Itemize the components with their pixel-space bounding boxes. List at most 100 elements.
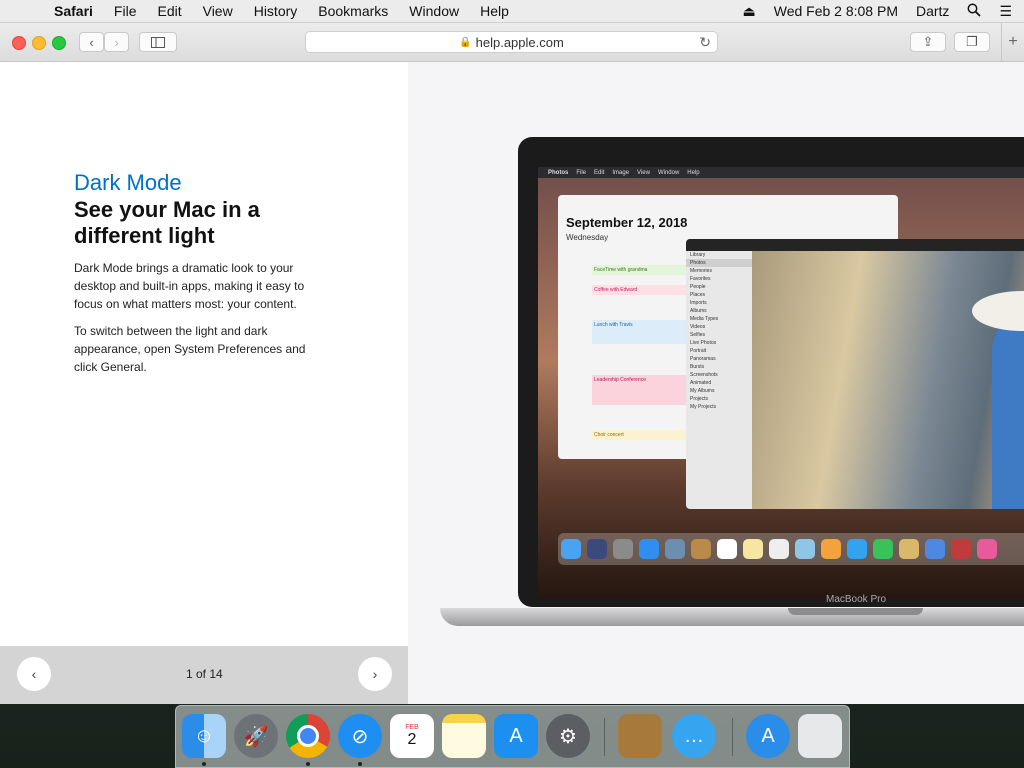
address-url: help.apple.com xyxy=(475,34,564,50)
photos-sidebar: Library Photos Memories Favorites People… xyxy=(686,251,752,509)
article-kicker: Dark Mode xyxy=(74,170,182,195)
sidebar-item: People xyxy=(690,284,706,290)
calendar-event: Choir concert xyxy=(592,430,688,440)
sidebar-section: Projects xyxy=(690,396,709,402)
tabs-icon: ❐ xyxy=(966,34,978,49)
sidebar-item: My Projects xyxy=(690,404,717,410)
menu-file[interactable]: File xyxy=(114,3,137,19)
screen-menu-item: Image xyxy=(612,169,630,176)
slide-pager: ‹ 1 of 14 › xyxy=(0,646,410,704)
safari-toolbar: ‹ › 🔒 help.apple.com ↻ ⇪ ❐ + xyxy=(0,23,1024,62)
messages-icon[interactable]: … xyxy=(672,714,716,758)
sidebar-item: Favorites xyxy=(690,276,711,282)
laptop-screen: Photos File Edit Image View Window Help … xyxy=(538,167,1024,599)
menu-view[interactable]: View xyxy=(203,3,233,19)
minimize-window-button[interactable] xyxy=(32,36,46,50)
calendar-event: FaceTime with grandma xyxy=(592,265,688,275)
archive-icon[interactable] xyxy=(618,714,662,758)
lock-icon: 🔒 xyxy=(459,36,472,48)
laptop-notch xyxy=(788,608,923,615)
calendar-icon-month: FEB xyxy=(405,723,419,731)
sidebar-item: Live Photos xyxy=(690,340,717,346)
forward-button[interactable]: › xyxy=(104,32,129,52)
laptop-base xyxy=(440,608,1024,626)
photo-subject xyxy=(992,311,1024,509)
calendar-event: Leadership Conference xyxy=(592,375,688,405)
sidebar-item: Videos xyxy=(690,324,706,330)
article-panel: Dark Mode See your Mac in a different li… xyxy=(0,62,408,704)
eject-icon[interactable]: ⏏ xyxy=(743,3,756,20)
fullscreen-window-button[interactable] xyxy=(52,36,66,50)
menu-bookmarks[interactable]: Bookmarks xyxy=(318,3,388,19)
web-page: Dark Mode See your Mac in a different li… xyxy=(0,62,1024,704)
clock[interactable]: Wed Feb 2 8:08 PM xyxy=(774,3,898,19)
article-headline: See your Mac in a different light xyxy=(74,197,260,248)
calendar-event: Coffee with Edward xyxy=(592,285,688,295)
menu-edit[interactable]: Edit xyxy=(157,3,181,19)
sidebar-item: Bursts xyxy=(690,364,705,370)
screen-menu-item: Photos xyxy=(548,169,569,176)
safari-icon[interactable]: ⊘ xyxy=(338,714,382,758)
calendar-day: Wednesday xyxy=(566,233,609,242)
dock-separator xyxy=(732,718,733,756)
menu-help[interactable]: Help xyxy=(480,3,509,19)
calendar-icon-day: 2 xyxy=(407,730,417,748)
sidebar-item: Places xyxy=(690,292,706,298)
reload-icon[interactable]: ↻ xyxy=(699,34,711,51)
running-indicator xyxy=(306,762,310,766)
menu-window[interactable]: Window xyxy=(409,3,459,19)
system-preferences-icon[interactable]: ⚙ xyxy=(546,714,590,758)
slide-counter: 1 of 14 xyxy=(186,667,223,681)
next-slide-button[interactable]: › xyxy=(358,657,392,691)
safari-window: ‹ › 🔒 help.apple.com ↻ ⇪ ❐ + Dark Mode S… xyxy=(0,23,1024,704)
sidebar-item: Selfies xyxy=(690,332,706,338)
chevron-right-icon: › xyxy=(114,34,119,50)
sidebar-item: Animated xyxy=(690,380,712,386)
chevron-right-icon: › xyxy=(372,666,378,682)
sidebar-item: Screenshots xyxy=(690,372,718,378)
chrome-icon[interactable] xyxy=(286,714,330,758)
back-button[interactable]: ‹ xyxy=(79,32,104,52)
sidebar-icon xyxy=(151,36,165,48)
sidebar-item: Media Types xyxy=(690,316,719,322)
plus-icon: + xyxy=(1008,33,1018,50)
calendar-event: Lunch with Travis xyxy=(592,320,688,344)
previous-slide-button[interactable]: ‹ xyxy=(17,657,51,691)
menu-app-name[interactable]: Safari xyxy=(54,3,93,19)
screen-menu-item: Help xyxy=(687,169,700,176)
share-button[interactable]: ⇪ xyxy=(910,32,946,52)
laptop-label: MacBook Pro xyxy=(826,594,887,605)
spotlight-search-icon[interactable] xyxy=(967,3,982,20)
menu-history[interactable]: History xyxy=(254,3,298,19)
chevron-left-icon: ‹ xyxy=(89,34,94,50)
finder-icon[interactable]: ☺ xyxy=(182,714,226,758)
calendar-icon[interactable]: FEB 2 xyxy=(390,714,434,758)
new-tab-button[interactable]: + xyxy=(1001,23,1024,61)
menu-bar: Safari File Edit View History Bookmarks … xyxy=(0,0,1024,23)
photos-window: Library Photos Memories Favorites People… xyxy=(686,239,1024,509)
article-paragraph: To switch between the light and dark app… xyxy=(74,324,306,374)
notes-icon[interactable] xyxy=(442,714,486,758)
share-icon: ⇪ xyxy=(922,34,934,49)
address-bar[interactable]: 🔒 help.apple.com ↻ xyxy=(305,31,718,53)
sidebar-section: Library xyxy=(690,252,706,258)
screen-dock xyxy=(558,533,1024,565)
launchpad-icon[interactable]: 🚀 xyxy=(234,714,278,758)
tab-overview-button[interactable]: ❐ xyxy=(954,32,990,52)
calendar-title: September 12, 2018 xyxy=(566,215,688,230)
screen-menu-item: File xyxy=(576,169,587,176)
user-name[interactable]: Dartz xyxy=(916,3,949,19)
close-window-button[interactable] xyxy=(12,36,26,50)
sidebar-toggle-button[interactable] xyxy=(139,32,177,52)
macbook-illustration: Photos File Edit Image View Window Help … xyxy=(408,62,1024,704)
app-store-icon[interactable]: A xyxy=(494,714,538,758)
notification-center-icon[interactable]: ☰ xyxy=(999,3,1012,20)
running-indicator xyxy=(202,762,206,766)
article-paragraph: Dark Mode brings a dramatic look to your… xyxy=(74,261,305,311)
downloads-icon[interactable]: A xyxy=(746,714,790,758)
trash-icon[interactable] xyxy=(798,714,842,758)
street-photo xyxy=(752,251,1024,509)
sidebar-item: Photos xyxy=(686,259,752,267)
sidebar-item: My Albums xyxy=(690,388,715,394)
photo-hat xyxy=(972,291,1024,331)
